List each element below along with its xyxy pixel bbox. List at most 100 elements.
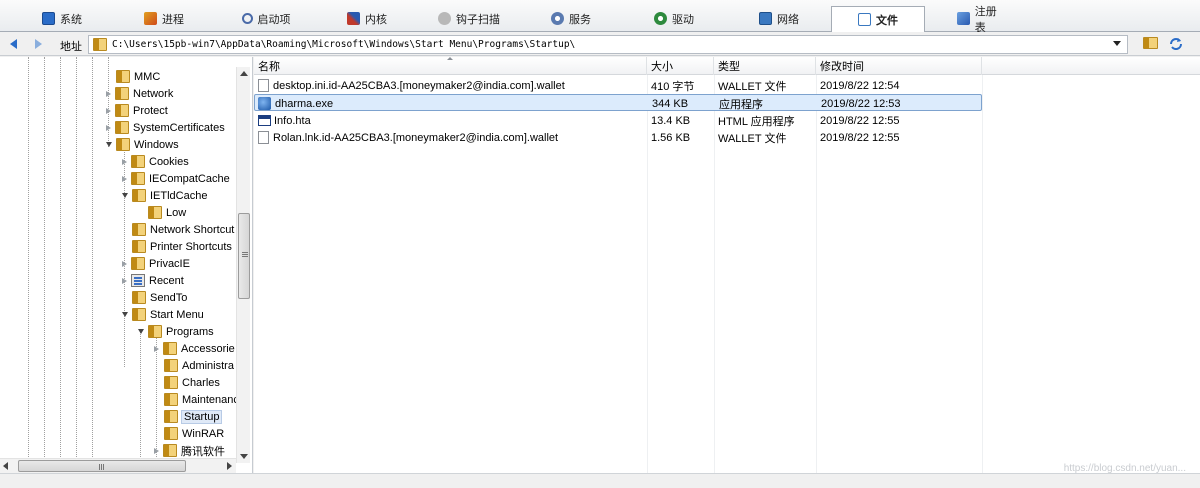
folder-icon [163, 444, 177, 457]
tree-item-sendto[interactable]: SendTo [122, 289, 187, 306]
expand-arrow-icon[interactable] [154, 447, 159, 454]
tree-item-startup[interactable]: Startup [154, 408, 223, 425]
tree-item-label: Network [133, 87, 174, 100]
file-type: 应用程序 [719, 98, 763, 111]
column-header-modified[interactable]: 修改时间 [816, 57, 982, 75]
collapse-arrow-icon[interactable] [122, 312, 128, 317]
scroll-down-icon[interactable] [240, 454, 248, 459]
recent-items-icon [131, 274, 145, 287]
folder-icon [163, 342, 177, 355]
tab-services[interactable]: 服务 [551, 5, 591, 32]
process-icon [144, 12, 157, 25]
expand-arrow-icon[interactable] [106, 124, 111, 131]
tree-item-privacie[interactable]: PrivacIE [122, 255, 190, 272]
file-name: Info.hta [274, 114, 311, 127]
scrollbar-thumb[interactable] [18, 460, 186, 472]
status-bar [0, 473, 1200, 488]
file-row[interactable]: Rolan.lnk.id-AA25CBA3.[moneymaker2@india… [254, 129, 982, 146]
column-header-name[interactable]: 名称 [254, 57, 647, 75]
expand-arrow-icon[interactable] [122, 175, 127, 182]
collapse-arrow-icon[interactable] [106, 142, 112, 147]
file-row[interactable]: desktop.ini.id-AA25CBA3.[moneymaker2@ind… [254, 77, 982, 94]
tree-item-network-shortcuts[interactable]: Network Shortcut [122, 221, 234, 238]
chevron-down-icon[interactable] [1113, 41, 1121, 46]
tree-item-charles[interactable]: Charles [154, 374, 220, 391]
kernel-icon [347, 12, 360, 25]
expand-arrow-icon[interactable] [106, 107, 111, 114]
expand-arrow-icon[interactable] [122, 277, 127, 284]
tree-item-label: Protect [133, 104, 168, 117]
tree-item-label: Printer Shortcuts [150, 240, 232, 253]
tree-item-accessories[interactable]: Accessorie [154, 340, 235, 357]
folder-icon [132, 308, 146, 321]
collapse-arrow-icon[interactable] [138, 329, 144, 334]
tab-startup[interactable]: 启动项 [238, 5, 294, 32]
tab-drivers[interactable]: 驱动 [654, 5, 694, 32]
tree-item-network[interactable]: Network [106, 85, 173, 102]
expand-arrow-icon[interactable] [154, 345, 159, 352]
tab-label: 进程 [162, 13, 184, 26]
file-size: 410 字节 [651, 80, 695, 93]
tree-item-systemcertificates[interactable]: SystemCertificates [106, 119, 225, 136]
forward-button[interactable] [33, 36, 49, 52]
tree-item-label: Network Shortcut [150, 223, 235, 236]
tree-item-programs[interactable]: Programs [138, 323, 214, 340]
tree-item-label: WinRAR [182, 427, 225, 440]
tree-item-mmc[interactable]: MMC [106, 68, 160, 85]
tree-vertical-scrollbar[interactable] [236, 67, 250, 463]
expand-arrow-icon[interactable] [122, 260, 127, 267]
tree-item-label: Windows [134, 138, 179, 151]
tree-item-winrar[interactable]: WinRAR [154, 425, 224, 442]
file-row-selected[interactable]: dharma.exe 344 KB 应用程序 2019/8/22 12:53 [254, 94, 982, 111]
tree-item-start-menu[interactable]: Start Menu [122, 306, 204, 323]
tab-process[interactable]: 进程 [140, 5, 188, 32]
tree-item-low[interactable]: Low [138, 204, 186, 221]
expand-arrow-icon[interactable] [106, 90, 111, 97]
tree-item-label: Low [166, 206, 187, 219]
tree-item-ietldcache[interactable]: IETldCache [122, 187, 207, 204]
tree-item-iecompatcache[interactable]: IECompatCache [122, 170, 230, 187]
scroll-right-icon[interactable] [227, 462, 232, 470]
file-name: desktop.ini.id-AA25CBA3.[moneymaker2@ind… [273, 79, 565, 92]
tree-item-label: Administra [182, 359, 234, 372]
document-icon [258, 79, 269, 92]
column-header-size[interactable]: 大小 [647, 57, 714, 75]
refresh-button[interactable] [1168, 36, 1184, 52]
scroll-left-icon[interactable] [3, 462, 8, 470]
scrollbar-thumb[interactable] [238, 213, 250, 299]
tree-item-label: IETldCache [150, 189, 208, 202]
back-button[interactable] [8, 36, 24, 52]
scroll-up-icon[interactable] [240, 71, 248, 76]
expand-arrow-icon[interactable] [122, 158, 127, 165]
address-field[interactable]: C:\Users\15pb-win7\AppData\Roaming\Micro… [88, 35, 1128, 54]
go-folder-button[interactable] [1143, 36, 1159, 52]
tree-item-tencent-software[interactable]: 腾讯软件 [154, 442, 225, 459]
tree-item-windows[interactable]: Windows [106, 136, 179, 153]
tab-registry[interactable]: 注册表 [957, 5, 1007, 34]
executable-icon [258, 97, 271, 110]
tree-horizontal-scrollbar[interactable] [0, 458, 236, 473]
file-type: HTML 应用程序 [718, 115, 795, 128]
tree-item-label: Charles [182, 376, 220, 389]
tree-item-printer-shortcuts[interactable]: Printer Shortcuts [122, 238, 232, 255]
tab-label: 网络 [777, 13, 799, 26]
tab-hook-scan[interactable]: 钩子扫描 [438, 5, 500, 32]
file-row[interactable]: Info.hta 13.4 KB HTML 应用程序 2019/8/22 12:… [254, 112, 982, 129]
address-label: 地址 [60, 41, 82, 53]
tree-item-maintenance[interactable]: Maintenanc [154, 391, 239, 408]
tree-item-administrative[interactable]: Administra [154, 357, 234, 374]
tab-files[interactable]: 文件 [831, 6, 925, 33]
tree-item-recent[interactable]: Recent [122, 272, 184, 289]
startup-icon [241, 13, 253, 24]
tab-kernel[interactable]: 内核 [345, 5, 389, 32]
tree-item-protect[interactable]: Protect [106, 102, 168, 119]
column-header-type[interactable]: 类型 [714, 57, 816, 75]
address-path: C:\Users\15pb-win7\AppData\Roaming\Micro… [112, 39, 576, 50]
tab-system[interactable]: 系统 [38, 5, 86, 32]
tab-network[interactable]: 网络 [759, 5, 799, 32]
file-modified: 2019/8/22 12:54 [820, 79, 900, 92]
file-name: dharma.exe [275, 97, 334, 110]
folder-icon [115, 87, 129, 100]
tree-item-cookies[interactable]: Cookies [122, 153, 189, 170]
collapse-arrow-icon[interactable] [122, 193, 128, 198]
